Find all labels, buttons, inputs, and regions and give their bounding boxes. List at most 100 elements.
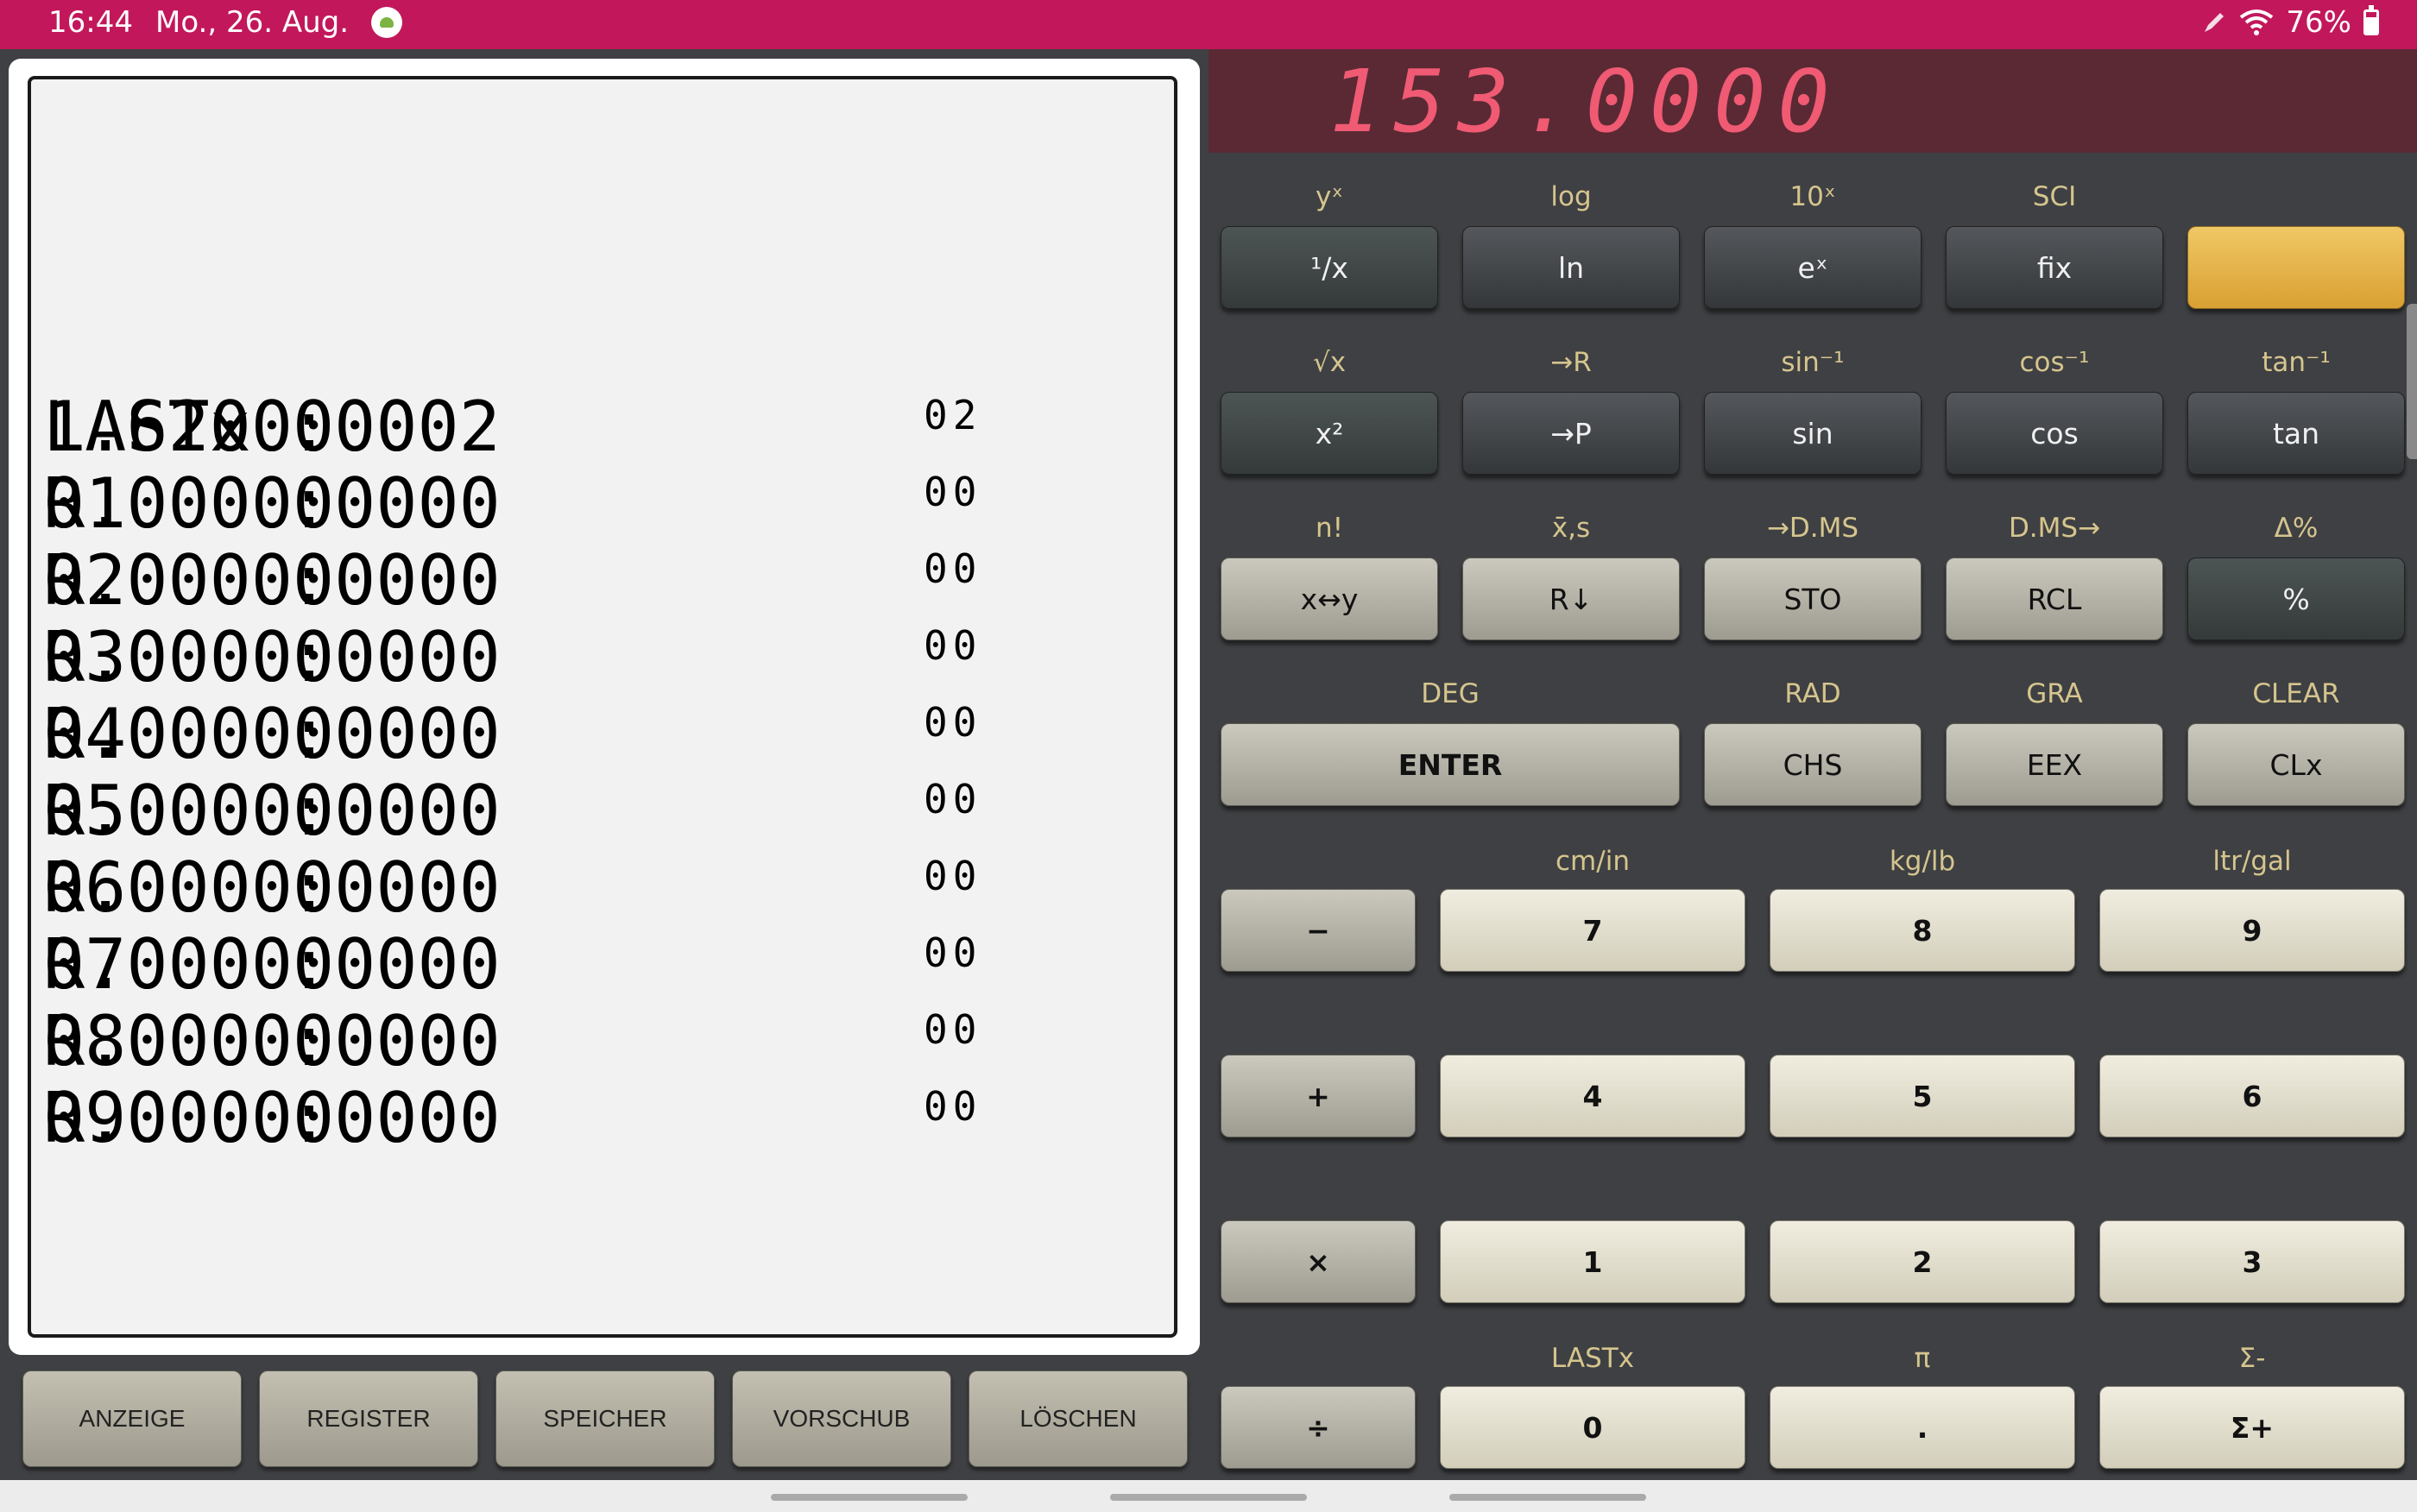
function-label-r4-1: DEG bbox=[1421, 678, 1480, 709]
register-colon: : bbox=[288, 771, 331, 851]
wifi-icon bbox=[2240, 9, 2274, 35]
fix-key[interactable]: fix bbox=[1946, 226, 2163, 309]
register-row: R8:0.000000000 00 bbox=[43, 1003, 1165, 1080]
digit-0-key[interactable]: 0 bbox=[1440, 1386, 1745, 1469]
cos-key[interactable]: cos bbox=[1946, 392, 2163, 475]
plus-key[interactable]: + bbox=[1221, 1055, 1416, 1137]
digit-9-key[interactable]: 9 bbox=[2099, 889, 2405, 972]
register-name: R9 bbox=[43, 1078, 127, 1158]
digit-5-key[interactable]: 5 bbox=[1770, 1055, 2075, 1137]
digit-7-key[interactable]: 7 bbox=[1440, 889, 1745, 972]
decimal-point-key[interactable]: . bbox=[1770, 1386, 2075, 1469]
register-colon: : bbox=[288, 924, 331, 1005]
digit-3-key[interactable]: 3 bbox=[2099, 1220, 2405, 1303]
register-row: LASTx:1.620000002 02 bbox=[43, 388, 1165, 466]
register-row: R2:0.000000000 00 bbox=[43, 542, 1165, 620]
to-polar-key[interactable]: →P bbox=[1462, 392, 1680, 475]
register-row: R7:0.000000000 00 bbox=[43, 926, 1165, 1004]
function-label-r4-3: GRA bbox=[2026, 678, 2083, 709]
register-exponent: 00 bbox=[924, 776, 982, 822]
register-name: R5 bbox=[43, 771, 127, 851]
function-label-r4-4: CLEAR bbox=[2252, 678, 2340, 709]
ln-key[interactable]: ln bbox=[1462, 226, 1680, 309]
sin-key[interactable]: sin bbox=[1704, 392, 1922, 475]
minus-key[interactable]: − bbox=[1221, 889, 1416, 972]
battery-percent: 76% bbox=[2286, 5, 2351, 40]
digit-1-key[interactable]: 1 bbox=[1440, 1220, 1745, 1303]
function-label-r2-1: √x bbox=[1312, 347, 1347, 378]
loeschen-button[interactable]: LÖSCHEN bbox=[969, 1370, 1188, 1467]
register-exponent: 00 bbox=[924, 853, 982, 899]
shift-label-r4-1: LASTx bbox=[1550, 1343, 1635, 1374]
function-label-r2-2: →R bbox=[1550, 347, 1592, 378]
square-key[interactable]: x² bbox=[1221, 392, 1438, 475]
eex-key[interactable]: EEX bbox=[1946, 723, 2163, 806]
speicher-button[interactable]: SPEICHER bbox=[495, 1370, 715, 1467]
exp-key[interactable]: eˣ bbox=[1704, 226, 1922, 309]
multiply-key[interactable]: × bbox=[1221, 1220, 1416, 1303]
function-label-r4-2: RAD bbox=[1784, 678, 1841, 709]
function-label-r1-2: log bbox=[1550, 181, 1592, 212]
sto-key[interactable]: STO bbox=[1704, 558, 1922, 640]
digit-4-key[interactable]: 4 bbox=[1440, 1055, 1745, 1137]
register-row: R5:0.000000000 00 bbox=[43, 772, 1165, 850]
register-colon: : bbox=[288, 387, 331, 467]
digit-8-key[interactable]: 8 bbox=[1770, 889, 2075, 972]
register-exponent: 02 bbox=[924, 392, 982, 438]
register-exponent: 00 bbox=[924, 545, 982, 592]
printer-paper[interactable]: LASTx:1.620000002 02 R1:0.000000000 00 R2:0.… bbox=[28, 76, 1177, 1338]
digit-6-key[interactable]: 6 bbox=[2099, 1055, 2405, 1137]
register-exponent: 00 bbox=[924, 1083, 982, 1130]
function-label-r2-5: tan⁻¹ bbox=[2262, 347, 2331, 378]
function-label-r2-4: cos⁻¹ bbox=[2019, 347, 2090, 378]
function-label-r3-3: →D.MS bbox=[1766, 513, 1859, 544]
function-label-r3-4: D.MS→ bbox=[2008, 513, 2101, 544]
function-label-r1-5 bbox=[2187, 180, 2405, 214]
battery-icon bbox=[2363, 5, 2379, 35]
nav-handle-left[interactable] bbox=[771, 1494, 968, 1501]
roll-down-key[interactable]: R↓ bbox=[1462, 558, 1680, 640]
register-name: R6 bbox=[43, 847, 127, 928]
clx-key[interactable]: CLx bbox=[2187, 723, 2405, 806]
register-colon: : bbox=[288, 847, 331, 928]
gold-shift-key[interactable] bbox=[2187, 226, 2405, 309]
conversion-label-1: cm/in bbox=[1556, 846, 1630, 877]
register-name: R2 bbox=[43, 540, 127, 621]
anzeige-button[interactable]: ANZEIGE bbox=[22, 1370, 242, 1467]
vorschub-button[interactable]: VORSCHUB bbox=[732, 1370, 951, 1467]
shift-label-r4-3: Σ- bbox=[2238, 1343, 2266, 1374]
enter-key[interactable]: ENTER bbox=[1221, 723, 1680, 806]
register-name: R1 bbox=[43, 463, 127, 544]
divide-key[interactable]: ÷ bbox=[1221, 1386, 1416, 1469]
register-name: R4 bbox=[43, 694, 127, 774]
register-row: R9:0.000000000 00 bbox=[43, 1080, 1165, 1157]
function-label-r1-1: yˣ bbox=[1315, 181, 1344, 212]
display-value: 153.0000 bbox=[1329, 51, 1842, 152]
register-name: R8 bbox=[43, 1001, 127, 1081]
register-colon: : bbox=[288, 617, 331, 697]
calculator-display: 153.0000 bbox=[1208, 49, 2417, 153]
register-name: LASTx bbox=[43, 387, 251, 467]
register-row: R6:0.000000000 00 bbox=[43, 849, 1165, 927]
register-exponent: 00 bbox=[924, 929, 982, 976]
register-colon: : bbox=[288, 1078, 331, 1158]
chs-key[interactable]: CHS bbox=[1704, 723, 1922, 806]
percent-key[interactable]: % bbox=[2187, 558, 2405, 640]
register-button[interactable]: REGISTER bbox=[259, 1370, 478, 1467]
nav-handle-right[interactable] bbox=[1449, 1494, 1646, 1501]
register-name: R3 bbox=[43, 617, 127, 697]
nav-handle-center[interactable] bbox=[1110, 1494, 1307, 1501]
printer-panel: LASTx:1.620000002 02 R1:0.000000000 00 R2:0.… bbox=[9, 59, 1200, 1355]
scrollbar-handle[interactable] bbox=[2407, 304, 2417, 459]
tan-key[interactable]: tan bbox=[2187, 392, 2405, 475]
function-label-r3-1: n! bbox=[1315, 513, 1344, 544]
reciprocal-key[interactable]: ¹/x bbox=[1221, 226, 1438, 309]
register-name: R7 bbox=[43, 924, 127, 1005]
register-colon: : bbox=[288, 540, 331, 621]
swap-xy-key[interactable]: x↔y bbox=[1221, 558, 1438, 640]
navigation-bar bbox=[0, 1480, 2417, 1512]
function-label-r3-2: x̄,s bbox=[1551, 513, 1591, 544]
sigma-plus-key[interactable]: Σ+ bbox=[2099, 1386, 2405, 1469]
digit-2-key[interactable]: 2 bbox=[1770, 1220, 2075, 1303]
rcl-key[interactable]: RCL bbox=[1946, 558, 2163, 640]
